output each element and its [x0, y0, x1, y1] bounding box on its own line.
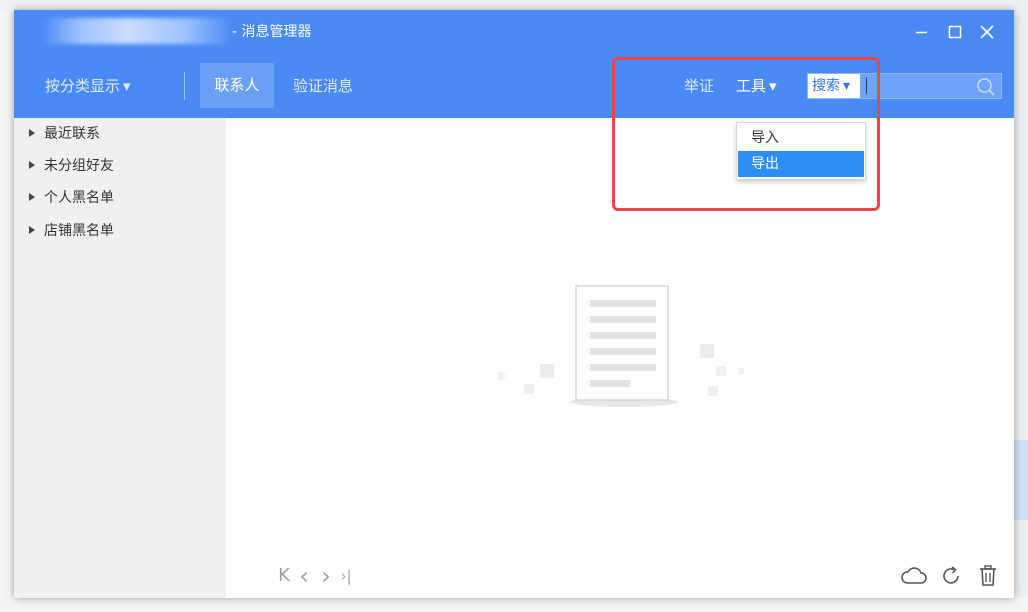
prev-page-button[interactable]: ‹ [296, 564, 312, 588]
sidebar-item-label: 店铺黑名单 [44, 223, 114, 239]
trash-icon[interactable] [977, 564, 999, 592]
last-page-button[interactable]: ›| [338, 566, 354, 586]
redacted-account-name [42, 18, 232, 44]
next-page-button[interactable]: › [318, 564, 334, 588]
empty-document-icon [494, 278, 754, 422]
expand-arrow-icon [29, 129, 35, 137]
sidebar-item-store-blacklist[interactable]: 店铺黑名单 [29, 220, 114, 242]
sidebar-item-label: 最近联系 [44, 126, 100, 142]
close-icon[interactable] [975, 20, 999, 44]
tab-contacts[interactable]: 联系人 [200, 63, 274, 108]
background-window-edge [1014, 0, 1028, 612]
sidebar-item-label: 个人黑名单 [44, 190, 114, 206]
sidebar-item-personal-blacklist[interactable]: 个人黑名单 [29, 187, 114, 209]
expand-arrow-icon [29, 226, 35, 234]
background-window-strip [0, 0, 1028, 10]
background-window-card [1013, 440, 1028, 520]
view-mode-dropdown[interactable]: 按分类显示 ▾ [45, 76, 131, 96]
background-window-bottom [0, 598, 1028, 612]
search-icon[interactable] [976, 77, 996, 101]
sidebar-item-ungrouped-friends[interactable]: 未分组好友 [29, 155, 114, 177]
view-mode-label: 按分类显示 [45, 77, 121, 95]
tab-verification-messages[interactable]: 验证消息 [293, 76, 353, 96]
refresh-icon[interactable] [939, 564, 963, 592]
search-input[interactable] [868, 75, 976, 99]
title-bar[interactable]: - 消息管理器 [14, 10, 1014, 54]
cloud-icon[interactable] [900, 564, 928, 592]
minimize-icon[interactable] [910, 20, 934, 44]
expand-arrow-icon [29, 193, 35, 201]
chevron-down-icon: ▾ [123, 77, 131, 95]
toolbar-divider [184, 72, 185, 100]
message-manager-window: - 消息管理器 按分类显示 ▾ 联系人 验证消息 举证 工具 ▾ 搜索 ▾ 最近… [14, 10, 1014, 598]
sidebar-item-recent-contacts[interactable]: 最近联系 [29, 123, 100, 145]
annotation-highlight-box [612, 57, 880, 211]
maximize-icon[interactable] [943, 20, 967, 44]
window-title: - 消息管理器 [232, 24, 312, 40]
contact-group-sidebar: 最近联系 未分组好友 个人黑名单 店铺黑名单 [14, 118, 226, 598]
first-page-button[interactable]: K [276, 566, 292, 586]
sidebar-item-label: 未分组好友 [44, 158, 114, 174]
expand-arrow-icon [29, 161, 35, 169]
